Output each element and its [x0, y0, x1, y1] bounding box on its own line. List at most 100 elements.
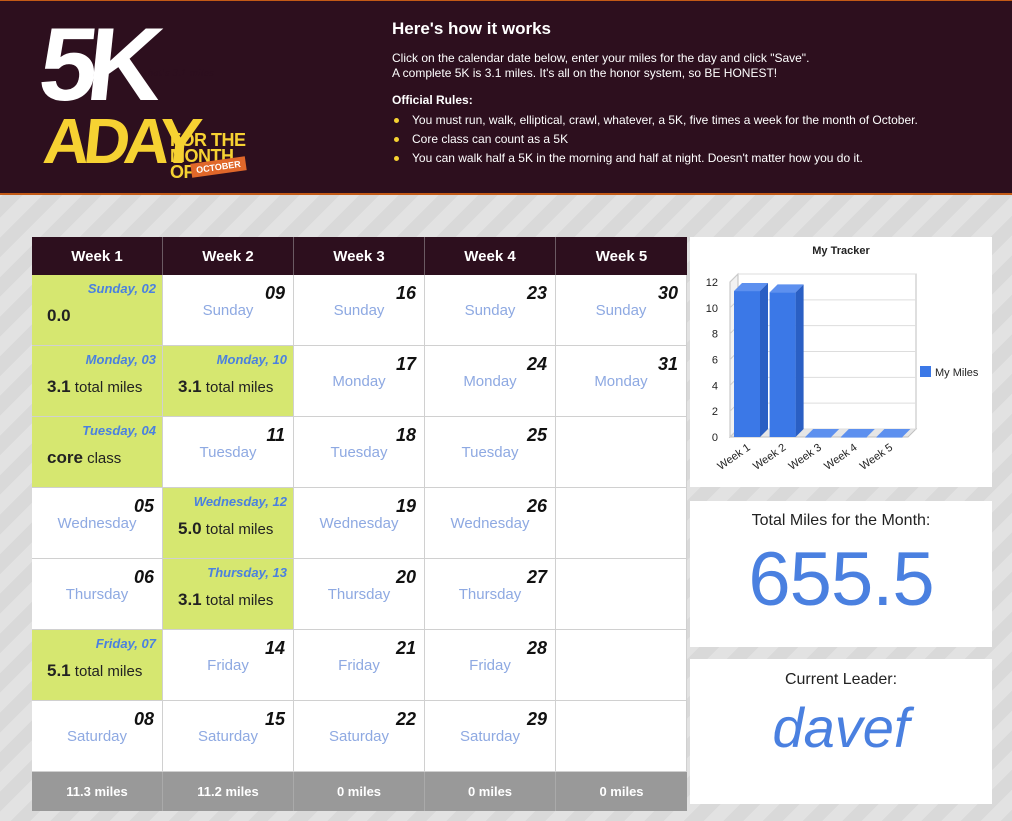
date-number: 27 [526, 567, 547, 587]
date-number: 18 [395, 425, 416, 445]
legend-label: My Miles [935, 367, 979, 379]
week-total: 0 miles [294, 772, 425, 811]
calendar-day-cell[interactable]: 28 Friday [425, 630, 556, 701]
entry-value: 3.1 [178, 590, 202, 609]
calendar-day-cell[interactable]: 31 Monday [556, 346, 687, 417]
date-number: 23 [526, 283, 547, 303]
calendar-day-cell[interactable]: 09 Sunday [163, 275, 294, 346]
day-name: Thursday [458, 586, 522, 603]
bar [769, 292, 796, 437]
date-number: 05 [133, 496, 154, 516]
x-tick-label: Week 2 [751, 442, 788, 473]
total-miles-panel: Total Miles for the Month: 655.5 [690, 501, 992, 647]
day-name: Sunday [202, 302, 254, 319]
x-tick-label: Week 4 [822, 442, 859, 473]
day-name: Friday [207, 657, 249, 674]
day-name: Wednesday [450, 515, 530, 532]
calendar-day-cell[interactable]: 29 Saturday [425, 701, 556, 772]
bar [840, 437, 867, 438]
date-number: 20 [395, 567, 416, 587]
calendar-day-cell[interactable]: 24 Monday [425, 346, 556, 417]
week-header: Week 3 [294, 237, 425, 275]
week-header: Week 4 [425, 237, 556, 275]
calendar-day-cell[interactable]: 21 Friday [294, 630, 425, 701]
week-header: Week 2 [163, 237, 294, 275]
y-tick-label: 4 [712, 380, 718, 392]
day-name: Monday [332, 373, 386, 390]
week-total: 0 miles [425, 772, 556, 811]
day-name: Wednesday [57, 515, 137, 532]
calendar-day-cell[interactable]: 17 Monday [294, 346, 425, 417]
x-tick-label: Week 5 [858, 442, 895, 473]
calendar-day-cell[interactable]: 14 Friday [163, 630, 294, 701]
x-tick-label: Week 1 [715, 442, 752, 473]
calendar-row: Monday, 03 3.1 total miles Monday, 10 3.1 t… [32, 346, 687, 417]
date-label: Sunday, 02 [87, 281, 156, 296]
calendar-row: Sunday, 02 0.0 09 Sunday 16 Sunday 23 Sunday 30 S… [32, 275, 687, 346]
date-number: 30 [657, 283, 678, 303]
day-name: Monday [463, 373, 517, 390]
calendar-row: 05 Wednesday Wednesday, 12 5.0 total miles 1… [32, 488, 687, 559]
date-number: 28 [526, 638, 547, 658]
week-total: 11.2 miles [163, 772, 294, 811]
day-entry: 3.1 total miles [47, 377, 142, 397]
calendar-empty-cell [556, 630, 687, 701]
calendar-empty-cell [556, 417, 687, 488]
week-header: Week 1 [32, 237, 163, 275]
calendar-day-cell[interactable]: Tuesday, 04 core class [32, 417, 163, 488]
calendar-day-cell[interactable]: 23 Sunday [425, 275, 556, 346]
calendar-day-cell[interactable]: Wednesday, 12 5.0 total miles [163, 488, 294, 559]
calendar-day-cell[interactable]: 06 Thursday [32, 559, 163, 630]
calendar: Week 1 Week 2 Week 3 Week 4 Week 5 Sunda… [32, 237, 687, 813]
date-number: 08 [133, 709, 154, 729]
day-name: Sunday [595, 302, 647, 319]
week-total: 11.3 miles [32, 772, 163, 811]
bar-chart: 0 2 4 6 8 10 12 Week 1Week 2Week 3Week 4Week 5 M… [706, 272, 979, 473]
calendar-day-cell[interactable]: 27 Thursday [425, 559, 556, 630]
calendar-day-cell[interactable]: 05 Wednesday [32, 488, 163, 559]
calendar-day-cell[interactable]: 20 Thursday [294, 559, 425, 630]
calendar-row: Tuesday, 04 core class 11 Tuesday 18 Tuesday 2… [32, 417, 687, 488]
date-number: 22 [395, 709, 416, 729]
calendar-day-cell[interactable]: 25 Tuesday [425, 417, 556, 488]
date-number: 11 [266, 425, 285, 445]
calendar-day-cell[interactable]: 11 Tuesday [163, 417, 294, 488]
current-leader-label: Current Leader: [784, 671, 898, 688]
entry-value: 5.1 [47, 661, 71, 680]
calendar-day-cell[interactable]: Monday, 03 3.1 total miles [32, 346, 163, 417]
calendar-day-cell[interactable]: Sunday, 02 0.0 [32, 275, 163, 346]
calendar-day-cell[interactable]: Thursday, 13 3.1 total miles [163, 559, 294, 630]
calendar-empty-cell [556, 701, 687, 772]
y-tick-label: 6 [712, 355, 718, 367]
legend-swatch [920, 366, 931, 377]
entry-value: core [47, 448, 83, 467]
calendar-row: 08 Saturday 15 Saturday 22 Saturday 29 Saturday [32, 701, 687, 772]
calendar-day-cell[interactable]: 22 Saturday [294, 701, 425, 772]
date-number: 26 [526, 496, 547, 516]
day-name: Thursday [65, 586, 129, 603]
date-number: 31 [657, 354, 678, 374]
y-tick-label: 10 [706, 303, 718, 315]
day-name: Thursday [327, 586, 391, 603]
date-number: 09 [264, 283, 285, 303]
calendar-day-cell[interactable]: Monday, 10 3.1 total miles [163, 346, 294, 417]
logo-5k-text: 5K [33, 7, 160, 123]
day-name: Saturday [328, 728, 390, 745]
calendar-day-cell[interactable]: 26 Wednesday [425, 488, 556, 559]
calendar-day-cell[interactable]: 19 Wednesday [294, 488, 425, 559]
entry-value: 0.0 [47, 306, 71, 325]
date-number: 06 [133, 567, 154, 587]
calendar-day-cell[interactable]: Friday, 07 5.1 total miles [32, 630, 163, 701]
total-miles-label: Total Miles for the Month: [751, 512, 931, 529]
y-tick-label: 8 [712, 329, 718, 341]
week-header: Week 5 [595, 247, 648, 265]
calendar-day-cell[interactable]: 30 Sunday [556, 275, 687, 346]
calendar-day-cell[interactable]: 18 Tuesday [294, 417, 425, 488]
date-label: Tuesday, 04 [82, 423, 156, 438]
calendar-day-cell[interactable]: 15 Saturday [163, 701, 294, 772]
calendar-day-cell[interactable]: 08 Saturday [32, 701, 163, 772]
current-leader-value: davef [772, 696, 910, 759]
logo-tagline: that's 3.1 miles [144, 69, 214, 79]
bar [876, 437, 903, 438]
calendar-day-cell[interactable]: 16 Sunday [294, 275, 425, 346]
